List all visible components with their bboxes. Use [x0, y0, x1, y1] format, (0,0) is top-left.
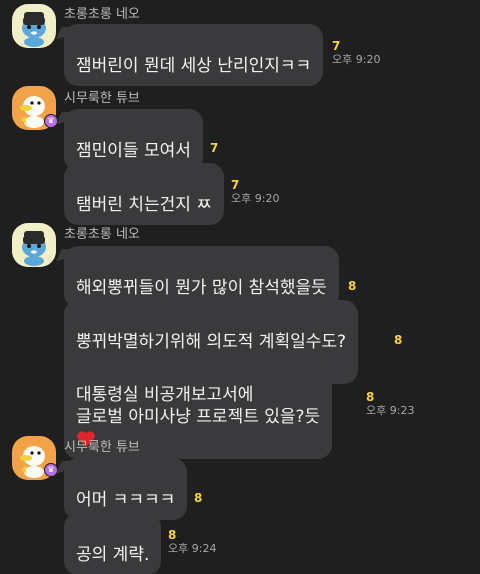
sender-name: 초롱초롱 네오	[64, 227, 140, 242]
message-time: 오후 9:23	[366, 404, 415, 417]
message-bubble[interactable]: 어머 ㅋㅋㅋㅋ	[64, 458, 188, 521]
sender-name: 시무룩한 튜브	[64, 440, 140, 455]
message-text: 탬버린 치는건지 ㅉ	[76, 195, 212, 216]
message-meta: 8 오후 9:23	[366, 390, 414, 418]
neo-avatar[interactable]	[12, 4, 56, 48]
sender-name: 시무룩한 튜브	[64, 91, 140, 106]
unread-count: 7	[332, 39, 341, 53]
message-meta: 8	[394, 333, 402, 347]
crown-badge-icon: ♛	[44, 114, 58, 128]
message-meta: 7 오후 9:20	[231, 178, 279, 206]
message-time: 오후 9:20	[231, 192, 280, 205]
message-text: 잼버린이 뭔데 세상 난리인지ㅋㅋ	[76, 56, 312, 77]
unread-count: 8	[366, 390, 375, 404]
message-text: 대통령실 비공개보고서에 글로벌 아미사냥 프로젝트 있을?듯	[76, 385, 321, 428]
message-text: 뿡뀌박멸하기위해 의도적 계획일수도?	[76, 332, 347, 353]
message-bubble[interactable]: 공의 계략.	[64, 513, 162, 574]
message-meta: 7	[210, 141, 218, 155]
unread-count: 8	[348, 279, 357, 293]
message-time: 오후 9:24	[168, 542, 217, 555]
message-text: 공의 계략.	[76, 545, 150, 566]
message-bubble[interactable]: 잼민이들 모여서	[64, 109, 203, 172]
crown-badge-icon: ♛	[44, 463, 58, 477]
message-meta: 8	[194, 491, 202, 505]
message-meta: 8	[348, 279, 356, 293]
message-bubble[interactable]: 탬버린 치는건지 ㅉ	[64, 163, 224, 226]
unread-count: 8	[168, 528, 177, 542]
unread-count: 8	[394, 333, 403, 347]
unread-count: 8	[194, 491, 203, 505]
unread-count: 7	[210, 141, 219, 155]
message-meta: 8 오후 9:24	[168, 528, 216, 556]
message-text: 어머 ㅋㅋㅋㅋ	[76, 490, 176, 511]
message-text: 해외뿡뀌들이 뭔가 많이 참석했을듯	[76, 278, 327, 299]
message-bubble[interactable]: 해외뿡뀌들이 뭔가 많이 참석했을듯	[64, 246, 339, 309]
message-text: 잼민이들 모여서	[76, 141, 191, 162]
sender-name: 초롱초롱 네오	[64, 7, 140, 22]
neo-character-icon	[22, 12, 46, 47]
neo-avatar[interactable]	[12, 223, 56, 267]
message-time: 오후 9:20	[332, 53, 381, 66]
neo-character-icon	[22, 231, 46, 266]
unread-count: 7	[231, 178, 240, 192]
message-bubble[interactable]: 잼버린이 뭔데 세상 난리인지ㅋㅋ	[64, 24, 324, 87]
message-meta: 7 오후 9:20	[332, 39, 380, 67]
